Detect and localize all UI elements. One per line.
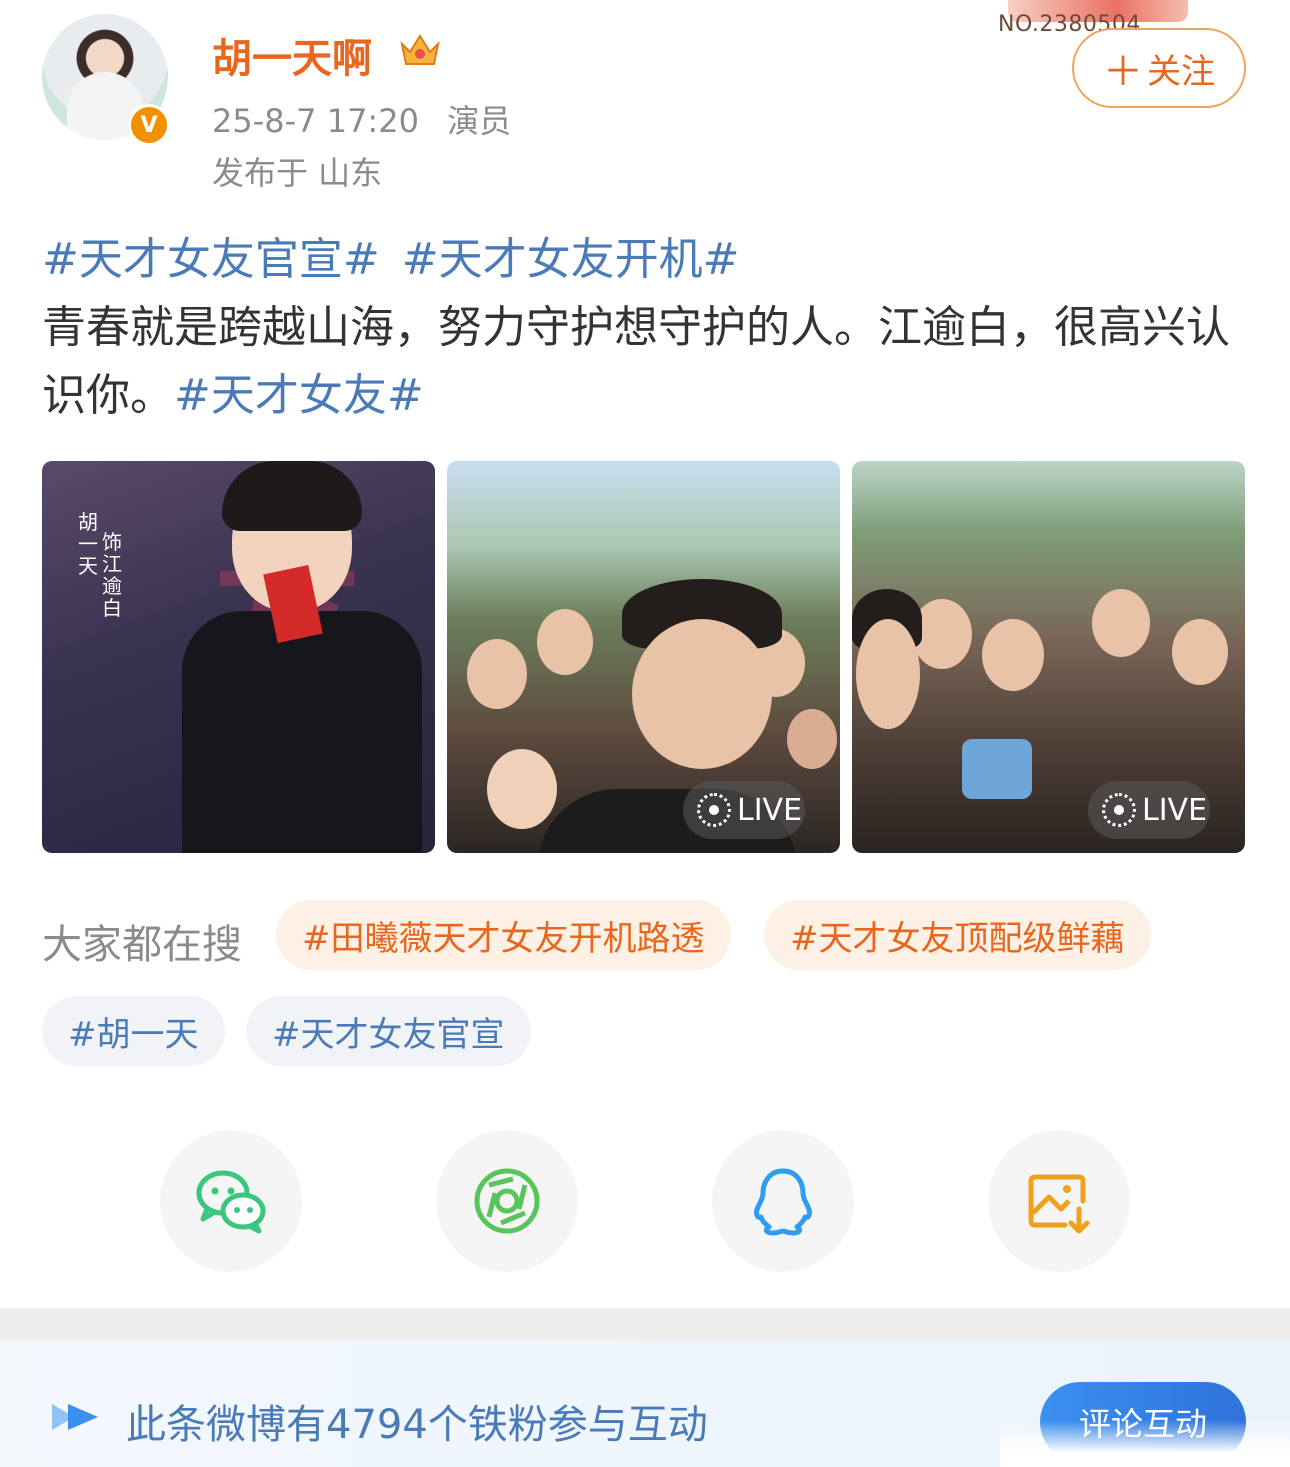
- save-image-icon: [1028, 1174, 1090, 1234]
- trending-label: 大家都在搜: [42, 922, 242, 968]
- live-badge: LIVE: [1088, 781, 1210, 839]
- share-wechat-button[interactable]: [160, 1130, 302, 1272]
- live-label: LIVE: [1142, 792, 1208, 828]
- follow-label: 关注: [1147, 51, 1215, 92]
- plus-icon: ＋: [1103, 49, 1143, 95]
- moments-icon: [474, 1168, 540, 1234]
- live-label: LIVE: [737, 792, 803, 828]
- poster-role: 饰 江逾白: [102, 530, 122, 620]
- actor-figure: [182, 461, 422, 853]
- fan-icon: [52, 1404, 98, 1430]
- verified-icon: V: [128, 104, 170, 146]
- trending-chip[interactable]: #天才女友官宣: [246, 996, 531, 1066]
- fan-interaction-text: 此条微博有4794个铁粉参与互动: [126, 1402, 708, 1448]
- user-role: 演员: [447, 102, 512, 140]
- hashtag-link[interactable]: #天才女友开机#: [402, 234, 740, 285]
- follow-button[interactable]: ＋ 关注: [1072, 28, 1246, 108]
- timestamp: 25-8-7 17:20: [212, 102, 419, 140]
- share-moments-button[interactable]: [436, 1130, 578, 1272]
- crown-icon: [400, 34, 440, 65]
- trending-chip[interactable]: #田曦薇天才女友开机路透: [276, 900, 731, 970]
- trending-chip[interactable]: #天才女友顶配级鲜藕: [764, 900, 1151, 970]
- live-badge: LIVE: [683, 781, 805, 839]
- save-image-button[interactable]: [988, 1130, 1130, 1272]
- photo-thumbnail[interactable]: LIVE: [852, 461, 1245, 853]
- hashtag-link[interactable]: #天才女友#: [174, 370, 424, 421]
- post-meta: 25-8-7 17:20 演员: [212, 96, 511, 142]
- wechat-icon: [196, 1170, 266, 1234]
- live-icon: [697, 793, 731, 827]
- trending-chip[interactable]: #胡一天: [42, 996, 225, 1066]
- poster-name: 胡一天: [78, 510, 98, 578]
- fan-interaction-bar: 此条微博有4794个铁粉参与互动 评论互动: [0, 1340, 1290, 1467]
- post-content: #天才女友官宣# #天才女友开机# 青春就是跨越山海，努力守护想守护的人。江逾白…: [42, 226, 1252, 430]
- hashtag-link[interactable]: #天才女友官宣#: [42, 234, 380, 285]
- post-location: 发布于 山东: [212, 154, 383, 192]
- share-qq-button[interactable]: [712, 1130, 854, 1272]
- qq-icon: [754, 1168, 812, 1236]
- photo-thumbnail[interactable]: LIVE: [447, 461, 840, 853]
- section-divider: [0, 1308, 1290, 1340]
- live-icon: [1102, 793, 1136, 827]
- username[interactable]: 胡一天啊: [212, 26, 372, 84]
- photo-thumbnail[interactable]: 友 胡一天 饰 江逾白: [42, 461, 435, 853]
- bottom-fade: [1000, 1420, 1290, 1467]
- photo-grid: 友 胡一天 饰 江逾白 LIVE: [42, 461, 1245, 853]
